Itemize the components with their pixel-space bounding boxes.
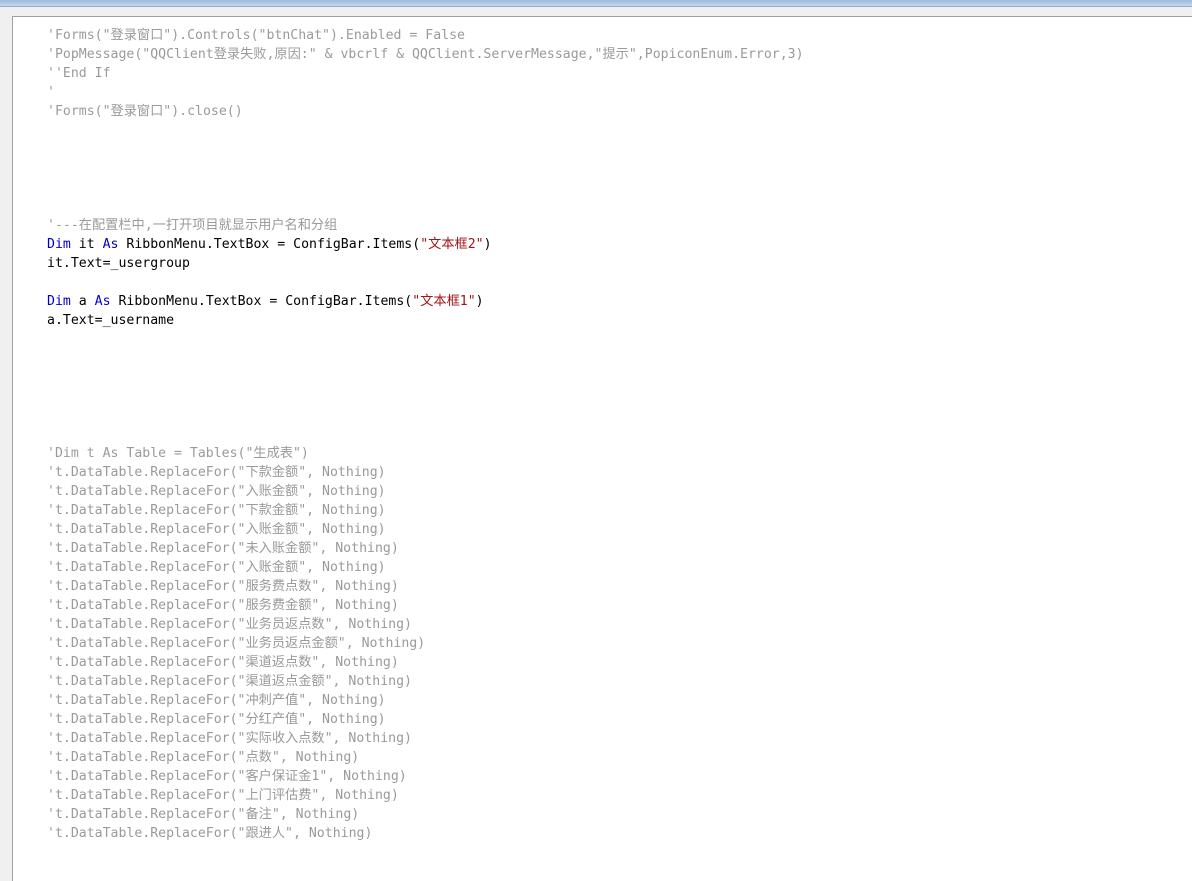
code-line[interactable]: 't.DataTable.ReplaceFor("渠道返点数", Nothing…	[47, 653, 1192, 672]
code-line[interactable]: Dim it As RibbonMenu.TextBox = ConfigBar…	[47, 235, 1192, 254]
code-editor[interactable]: 'Forms("登录窗口").Controls("btnChat").Enabl…	[12, 16, 1192, 881]
code-text: RibbonMenu.TextBox = ConfigBar.Items(	[118, 237, 421, 252]
code-comment: 't.DataTable.ReplaceFor("下款金额", Nothing)	[47, 465, 386, 480]
code-comment: 't.DataTable.ReplaceFor("入账金额", Nothing)	[47, 522, 386, 537]
code-line[interactable]: 't.DataTable.ReplaceFor("客户保证金1", Nothin…	[47, 767, 1192, 786]
code-line[interactable]: Dim a As RibbonMenu.TextBox = ConfigBar.…	[47, 292, 1192, 311]
code-line[interactable]: '---在配置栏中,一打开项目就显示用户名和分组	[47, 216, 1192, 235]
code-string: "文本框2"	[420, 237, 484, 252]
code-comment: 't.DataTable.ReplaceFor("上门评估费", Nothing…	[47, 788, 399, 803]
code-text: )	[475, 294, 484, 309]
code-text: it.Text=_usergroup	[47, 256, 190, 271]
code-line[interactable]: 't.DataTable.ReplaceFor("业务员返点金额", Nothi…	[47, 634, 1192, 653]
code-line[interactable]: 't.DataTable.ReplaceFor("未入账金额", Nothing…	[47, 539, 1192, 558]
code-line[interactable]	[47, 121, 1192, 140]
code-line[interactable]: 't.DataTable.ReplaceFor("业务员返点数", Nothin…	[47, 615, 1192, 634]
code-line[interactable]: 't.DataTable.ReplaceFor("实际收入点数", Nothin…	[47, 729, 1192, 748]
code-comment: 't.DataTable.ReplaceFor("冲刺产值", Nothing)	[47, 693, 386, 708]
code-line[interactable]: 't.DataTable.ReplaceFor("备注", Nothing)	[47, 805, 1192, 824]
code-keyword: Dim	[47, 237, 71, 252]
code-comment: 't.DataTable.ReplaceFor("分红产值", Nothing)	[47, 712, 386, 727]
code-line[interactable]: 't.DataTable.ReplaceFor("点数", Nothing)	[47, 748, 1192, 767]
code-line[interactable]: 't.DataTable.ReplaceFor("冲刺产值", Nothing)	[47, 691, 1192, 710]
code-comment: 't.DataTable.ReplaceFor("业务员返点数", Nothin…	[47, 617, 412, 632]
code-line[interactable]: 't.DataTable.ReplaceFor("上门评估费", Nothing…	[47, 786, 1192, 805]
code-line[interactable]: ''End If	[47, 64, 1192, 83]
code-comment: 't.DataTable.ReplaceFor("客户保证金1", Nothin…	[47, 769, 407, 784]
code-line[interactable]	[47, 140, 1192, 159]
code-line[interactable]	[47, 368, 1192, 387]
code-string: "文本框1"	[412, 294, 476, 309]
code-comment: 't.DataTable.ReplaceFor("入账金额", Nothing)	[47, 484, 386, 499]
code-line[interactable]: 'Dim t As Table = Tables("生成表")	[47, 444, 1192, 463]
code-line[interactable]: 't.DataTable.ReplaceFor("入账金额", Nothing)	[47, 520, 1192, 539]
code-line[interactable]	[47, 197, 1192, 216]
code-line[interactable]: 't.DataTable.ReplaceFor("下款金额", Nothing)	[47, 501, 1192, 520]
code-line[interactable]: 't.DataTable.ReplaceFor("入账金额", Nothing)	[47, 558, 1192, 577]
code-line[interactable]: 't.DataTable.ReplaceFor("服务费点数", Nothing…	[47, 577, 1192, 596]
code-keyword: Dim	[47, 294, 71, 309]
code-comment: 't.DataTable.ReplaceFor("渠道返点数", Nothing…	[47, 655, 399, 670]
code-comment: 'PopMessage("QQClient登录失败,原因:" & vbcrlf …	[47, 47, 804, 62]
code-line[interactable]: '	[47, 83, 1192, 102]
code-comment: 't.DataTable.ReplaceFor("服务费点数", Nothing…	[47, 579, 399, 594]
code-line[interactable]	[47, 349, 1192, 368]
code-line[interactable]	[47, 387, 1192, 406]
code-comment: 'Forms("登录窗口").Controls("btnChat").Enabl…	[47, 28, 465, 43]
code-text-area[interactable]: 'Forms("登录窗口").Controls("btnChat").Enabl…	[47, 26, 1192, 843]
code-comment: 't.DataTable.ReplaceFor("业务员返点金额", Nothi…	[47, 636, 426, 651]
code-keyword: As	[102, 237, 119, 252]
code-line[interactable]: 'Forms("登录窗口").close()	[47, 102, 1192, 121]
code-keyword: As	[94, 294, 111, 309]
code-comment: 'Forms("登录窗口").close()	[47, 104, 243, 119]
code-comment: '	[47, 85, 55, 100]
code-comment: 't.DataTable.ReplaceFor("下款金额", Nothing)	[47, 503, 386, 518]
code-line[interactable]: it.Text=_usergroup	[47, 254, 1192, 273]
code-line[interactable]: 't.DataTable.ReplaceFor("下款金额", Nothing)	[47, 463, 1192, 482]
code-line[interactable]: 't.DataTable.ReplaceFor("服务费金额", Nothing…	[47, 596, 1192, 615]
code-comment: ''End If	[47, 66, 111, 81]
code-line[interactable]: 't.DataTable.ReplaceFor("跟进人", Nothing)	[47, 824, 1192, 843]
code-line[interactable]: 't.DataTable.ReplaceFor("分红产值", Nothing)	[47, 710, 1192, 729]
code-line[interactable]	[47, 330, 1192, 349]
code-text: RibbonMenu.TextBox = ConfigBar.Items(	[110, 294, 413, 309]
code-comment: 't.DataTable.ReplaceFor("服务费金额", Nothing…	[47, 598, 399, 613]
code-text: a	[70, 294, 95, 309]
code-line[interactable]: 't.DataTable.ReplaceFor("渠道返点金额", Nothin…	[47, 672, 1192, 691]
code-comment: 't.DataTable.ReplaceFor("点数", Nothing)	[47, 750, 360, 765]
code-comment: 't.DataTable.ReplaceFor("跟进人", Nothing)	[47, 826, 373, 841]
code-comment: 't.DataTable.ReplaceFor("入账金额", Nothing)	[47, 560, 386, 575]
code-comment: 'Dim t As Table = Tables("生成表")	[47, 446, 309, 461]
code-comment: '---在配置栏中,一打开项目就显示用户名和分组	[47, 218, 338, 233]
code-line[interactable]: a.Text=_username	[47, 311, 1192, 330]
code-line[interactable]	[47, 273, 1192, 292]
code-comment: 't.DataTable.ReplaceFor("实际收入点数", Nothin…	[47, 731, 412, 746]
window-title-bar	[0, 0, 1192, 7]
code-line[interactable]: 'PopMessage("QQClient登录失败,原因:" & vbcrlf …	[47, 45, 1192, 64]
code-comment: 't.DataTable.ReplaceFor("备注", Nothing)	[47, 807, 360, 822]
code-text: it	[70, 237, 103, 252]
code-line[interactable]	[47, 159, 1192, 178]
code-text: a.Text=_username	[47, 313, 175, 328]
code-text: )	[483, 237, 492, 252]
code-line[interactable]	[47, 178, 1192, 197]
code-line[interactable]: 'Forms("登录窗口").Controls("btnChat").Enabl…	[47, 26, 1192, 45]
code-line[interactable]	[47, 406, 1192, 425]
code-line[interactable]	[47, 425, 1192, 444]
code-comment: 't.DataTable.ReplaceFor("渠道返点金额", Nothin…	[47, 674, 412, 689]
code-line[interactable]: 't.DataTable.ReplaceFor("入账金额", Nothing)	[47, 482, 1192, 501]
code-comment: 't.DataTable.ReplaceFor("未入账金额", Nothing…	[47, 541, 399, 556]
